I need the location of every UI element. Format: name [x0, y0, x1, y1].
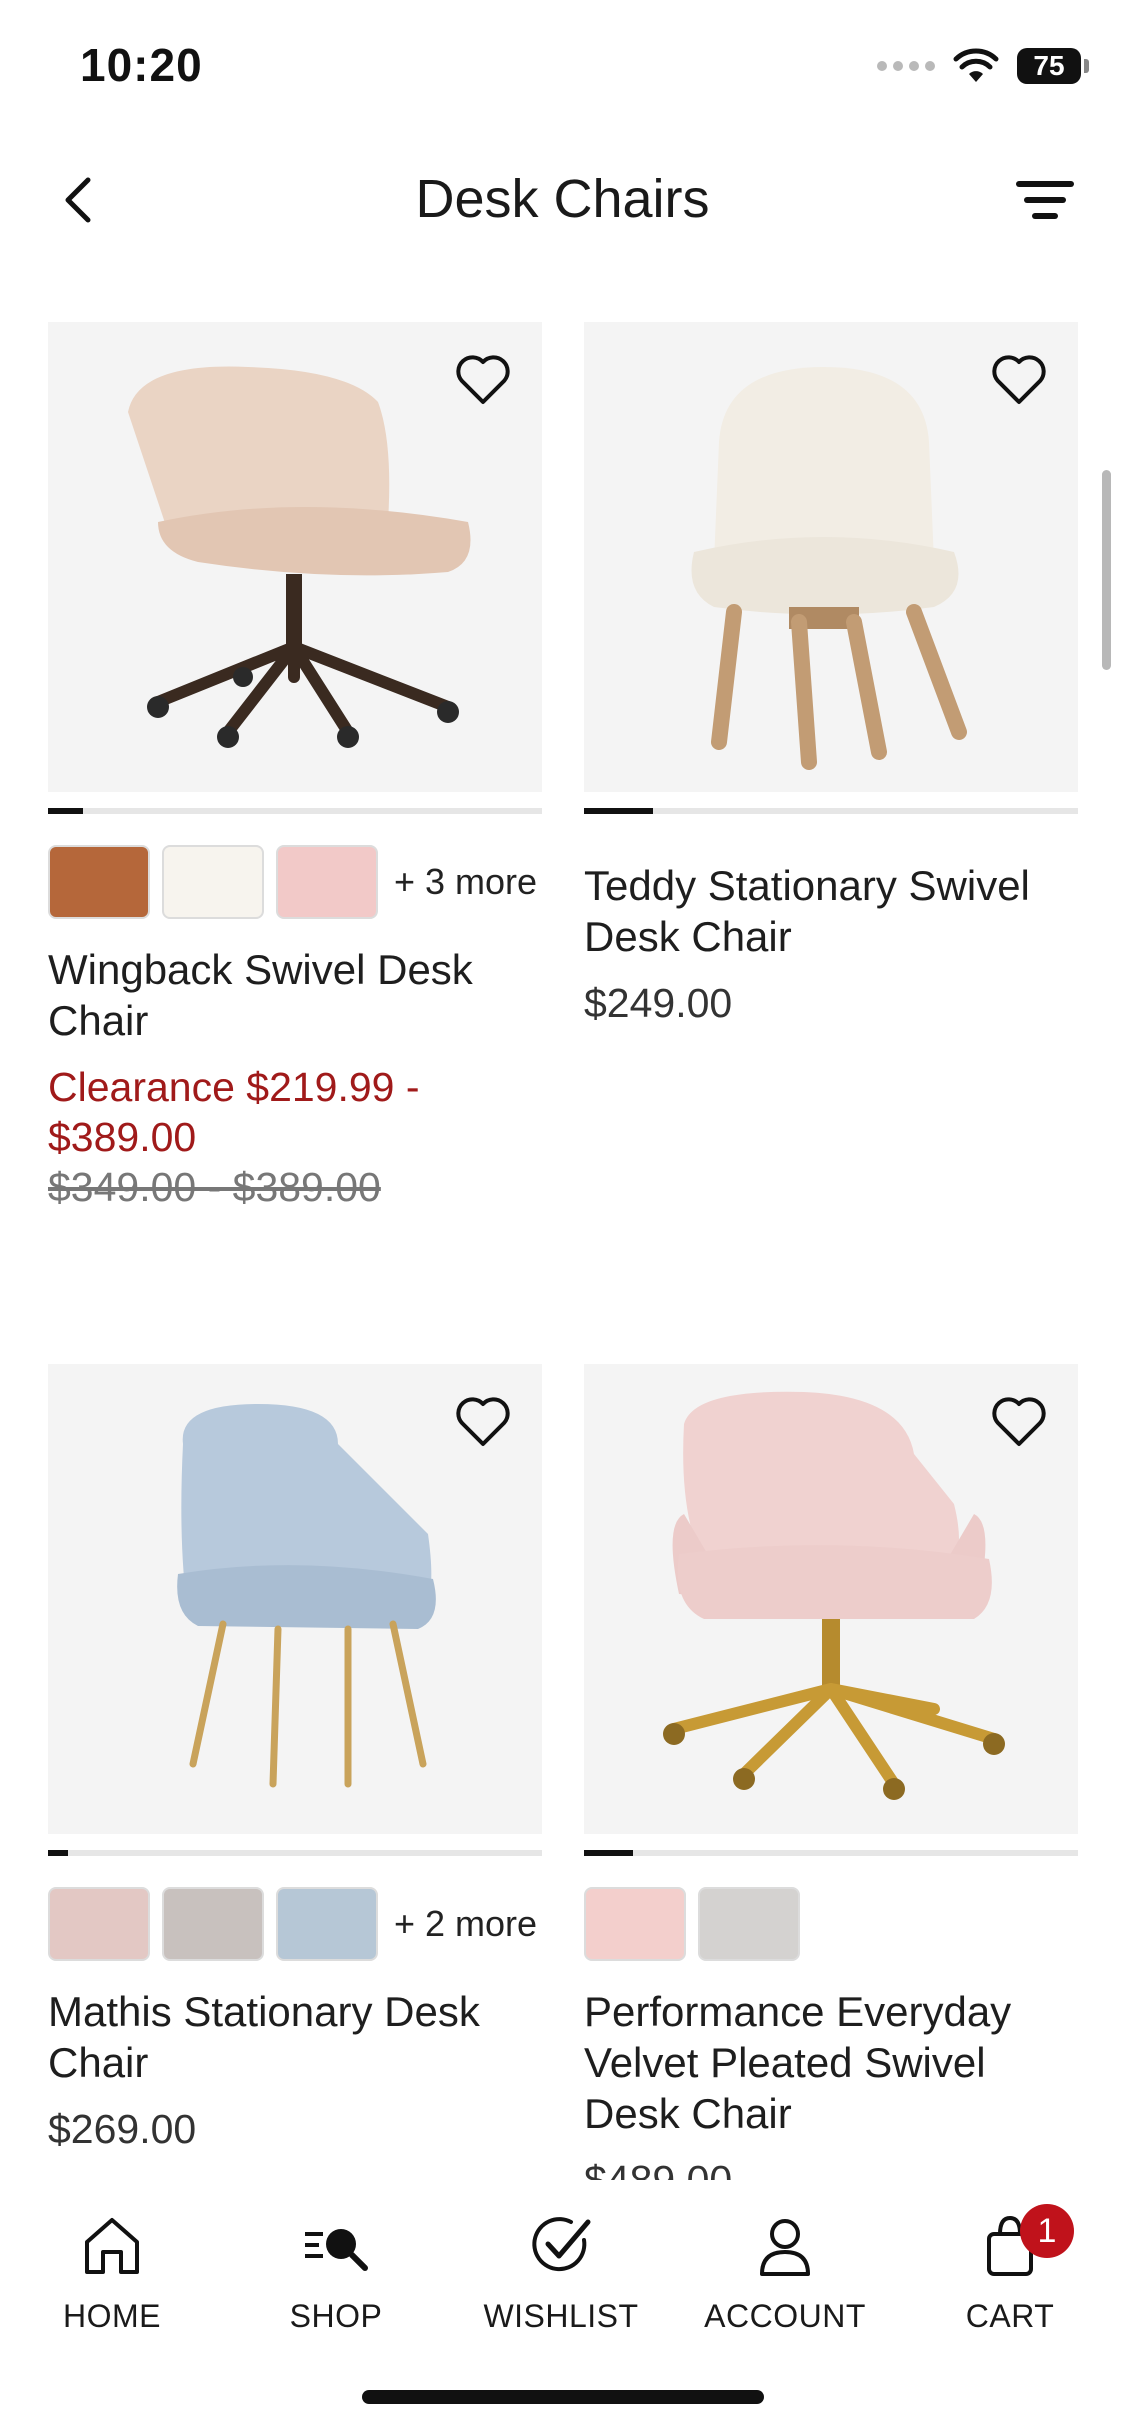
product-name[interactable]: Teddy Stationary Swivel Desk Chair [584, 860, 1078, 962]
wishlist-heart-icon[interactable] [990, 1394, 1048, 1448]
chair-seat [158, 507, 471, 576]
status-bar: 10:20 75 [0, 0, 1125, 140]
image-progress-bar [584, 808, 1078, 814]
more-colors-label[interactable]: + 2 more [394, 1903, 537, 1945]
wishlist-heart-icon[interactable] [454, 1394, 512, 1448]
product-original-price: $349.00 - $389.00 [48, 1164, 381, 1210]
product-price: $269.00 [48, 2106, 197, 2152]
product-image[interactable] [584, 1364, 1078, 1834]
tab-wishlist[interactable]: WISHLIST [461, 2210, 661, 2335]
wishlist-heart-icon[interactable] [454, 352, 512, 406]
product-image[interactable] [48, 1364, 542, 1834]
nav-header: Desk Chairs [0, 140, 1125, 260]
chair-seat [677, 1545, 992, 1619]
product-image[interactable] [584, 322, 1078, 792]
wishlist-heart-icon[interactable] [990, 352, 1048, 406]
status-time: 10:20 [80, 39, 203, 91]
page-title: Desk Chairs [415, 169, 710, 229]
product-sale-price: Clearance $219.99 - $389.00 [48, 1064, 420, 1160]
tab-cart[interactable]: 1 CART [910, 2204, 1110, 2335]
image-progress-fill [584, 808, 654, 814]
filter-icon[interactable] [1015, 176, 1075, 226]
product-card[interactable]: + 2 more Mathis Stationary Desk Chair $2… [48, 1364, 542, 2154]
tab-shop[interactable]: SHOP [236, 2210, 436, 2335]
chair-back [714, 367, 934, 562]
status-icons: 75 [877, 48, 1089, 84]
tab-label: WISHLIST [483, 2298, 639, 2334]
image-progress-fill [48, 808, 83, 814]
image-progress-bar [48, 1850, 542, 1856]
product-image[interactable] [48, 322, 542, 792]
chair-back [683, 1391, 959, 1564]
image-progress-fill [584, 1850, 634, 1856]
product-card[interactable]: + 3 more Wingback Swivel Desk Chair Clea… [48, 322, 542, 1212]
tab-label: CART [965, 2298, 1055, 2334]
tab-account[interactable]: ACCOUNT [685, 2210, 885, 2335]
tab-label: ACCOUNT [704, 2298, 866, 2334]
image-progress-bar [584, 1850, 1078, 1856]
chair-seat [177, 1565, 436, 1629]
battery-icon: 75 [1017, 48, 1089, 84]
cart-count-badge: 1 [1020, 2204, 1074, 2258]
more-colors-label[interactable]: + 3 more [394, 861, 537, 903]
tab-label: SHOP [289, 2298, 383, 2334]
product-price: $249.00 [584, 980, 733, 1026]
color-swatches: + 2 more [48, 1886, 542, 1962]
tab-home[interactable]: HOME [12, 2210, 212, 2335]
color-swatch[interactable] [162, 1887, 264, 1961]
color-swatches: + 3 more [48, 844, 542, 920]
color-swatches [584, 1886, 1078, 1962]
color-swatch[interactable] [48, 1887, 150, 1961]
product-name[interactable]: Mathis Stationary Desk Chair [48, 1986, 542, 2088]
signal-icon [877, 61, 935, 71]
image-progress-fill [48, 1850, 68, 1856]
account-icon [760, 2219, 810, 2276]
wishlist-check-icon [532, 2217, 591, 2272]
home-indicator[interactable] [362, 2390, 764, 2404]
scrollbar[interactable] [1102, 470, 1111, 670]
color-swatch[interactable] [162, 845, 264, 919]
product-card[interactable]: Performance Everyday Velvet Pleated Swiv… [584, 1364, 1078, 2180]
shop-search-icon [305, 2229, 368, 2271]
color-swatch[interactable] [584, 1887, 686, 1961]
product-price: $489.00 [584, 2157, 733, 2180]
home-icon [85, 2218, 139, 2274]
product-name[interactable]: Performance Everyday Velvet Pleated Swiv… [584, 1986, 1078, 2139]
image-progress-bar [48, 808, 542, 814]
color-swatch[interactable] [698, 1887, 800, 1961]
color-swatch[interactable] [48, 845, 150, 919]
color-swatch[interactable] [276, 1887, 378, 1961]
product-name[interactable]: Wingback Swivel Desk Chair [48, 944, 542, 1046]
chair-back [128, 366, 390, 532]
color-swatch[interactable] [276, 845, 378, 919]
product-card[interactable]: Teddy Stationary Swivel Desk Chair $249.… [584, 322, 1078, 1028]
wifi-icon [953, 48, 999, 82]
tab-label: HOME [63, 2298, 161, 2334]
chair-seat [691, 537, 959, 615]
